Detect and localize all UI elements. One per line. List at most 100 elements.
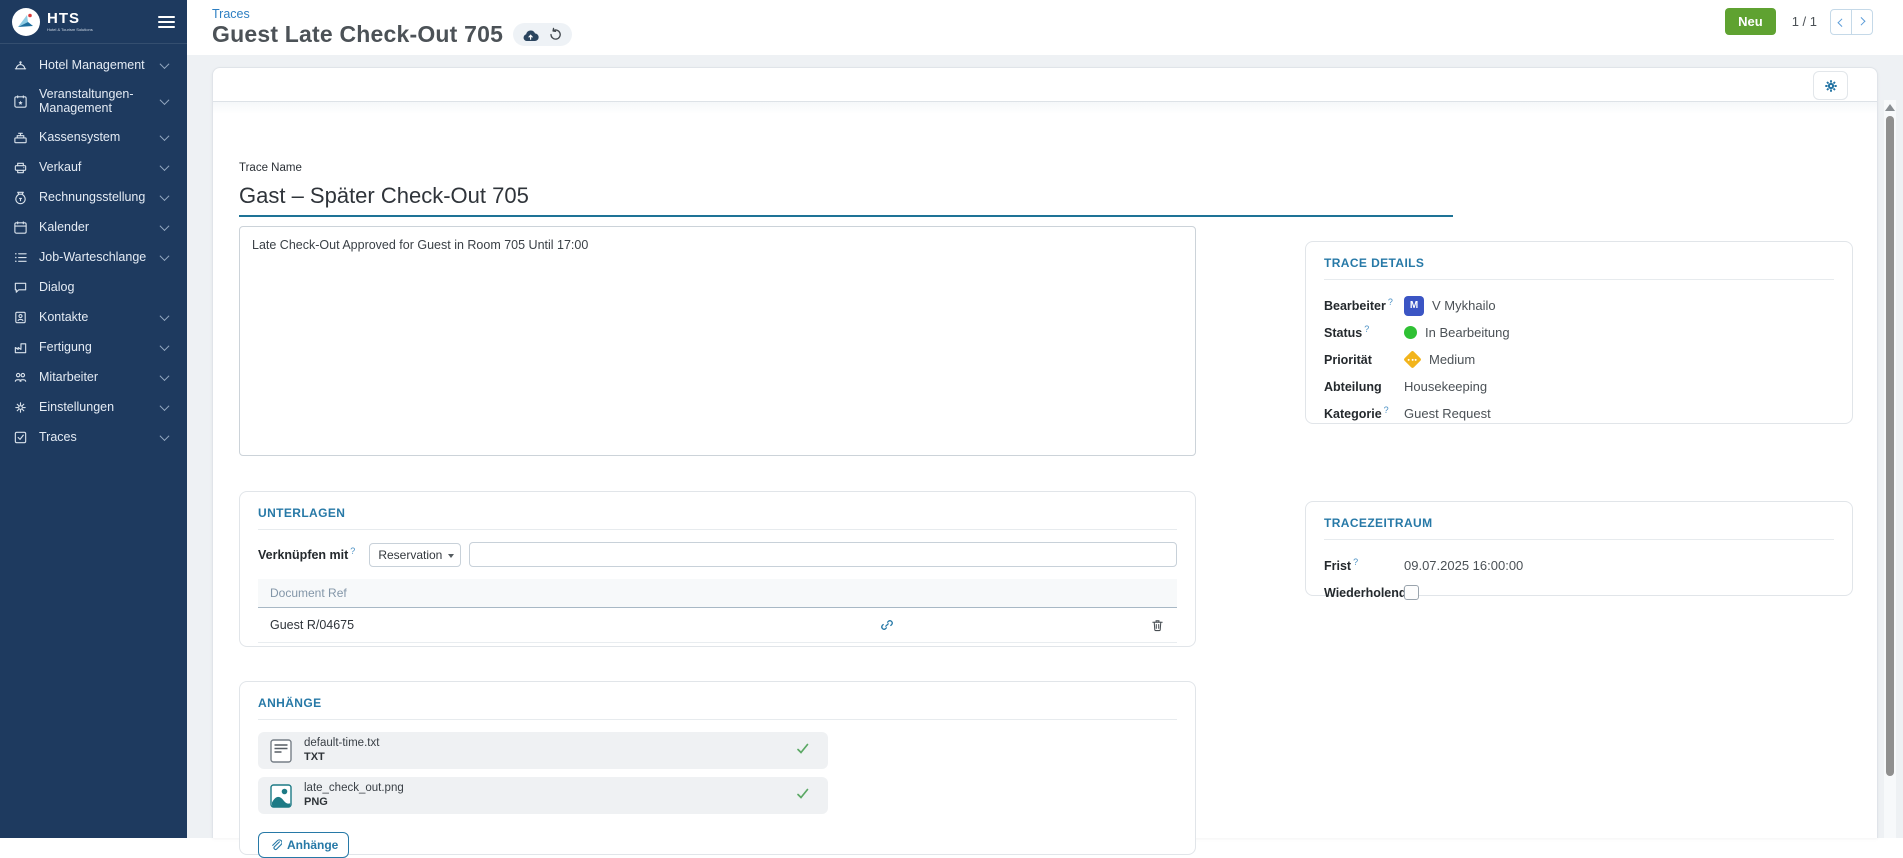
page-title: Guest Late Check-Out 705 bbox=[212, 21, 503, 48]
bearbeiter-value[interactable]: M V Mykhailo bbox=[1404, 296, 1496, 316]
trace-name-label: Trace Name bbox=[239, 162, 302, 174]
sidebar-item-rechnungsstellung[interactable]: Rechnungsstellung bbox=[0, 182, 187, 212]
attachment-filename: late_check_out.png bbox=[304, 781, 404, 795]
settings-icon bbox=[13, 399, 29, 415]
attachment-item[interactable]: default-time.txt TXT bbox=[258, 732, 828, 769]
help-icon[interactable]: ? bbox=[1384, 405, 1389, 415]
content-background: Trace Name Late Check-Out Approved for G… bbox=[187, 55, 1903, 838]
cloud-upload-icon[interactable] bbox=[522, 28, 539, 42]
abteilung-value[interactable]: Housekeeping bbox=[1404, 379, 1487, 394]
kategorie-row: Kategorie? Guest Request bbox=[1324, 400, 1834, 427]
hts-logo-icon[interactable] bbox=[12, 8, 40, 36]
frist-row: Frist? 09.07.2025 16:00:00 bbox=[1324, 552, 1834, 579]
job-queue-icon bbox=[13, 249, 29, 265]
pager-next-button[interactable] bbox=[1851, 9, 1873, 35]
sidebar-item-job-warteschlange[interactable]: Job-Warteschlange bbox=[0, 242, 187, 272]
sidebar-item-kalender[interactable]: Kalender bbox=[0, 212, 187, 242]
chevron-down-icon bbox=[160, 95, 170, 105]
chat-icon bbox=[13, 279, 29, 295]
sidebar-item-verkauf[interactable]: Verkauf bbox=[0, 152, 187, 182]
tracezeitraum-panel: TRACEZEITRAUM Frist? 09.07.2025 16:00:00… bbox=[1305, 501, 1853, 596]
prioritaet-row: Priorität Medium bbox=[1324, 346, 1834, 373]
menu-toggle-icon[interactable] bbox=[158, 13, 175, 31]
event-calendar-icon bbox=[13, 93, 29, 109]
chevron-down-icon bbox=[160, 431, 170, 441]
vertical-scrollbar[interactable] bbox=[1884, 100, 1896, 838]
description-textarea[interactable]: Late Check-Out Approved for Guest in Roo… bbox=[239, 226, 1196, 456]
frist-value[interactable]: 09.07.2025 16:00:00 bbox=[1404, 558, 1523, 573]
new-button[interactable]: Neu bbox=[1725, 8, 1776, 35]
attachment-filetype: TXT bbox=[304, 751, 379, 765]
sidebar-item-kontakte[interactable]: Kontakte bbox=[0, 302, 187, 332]
sales-icon bbox=[13, 159, 29, 175]
bearbeiter-row: Bearbeiter? M V Mykhailo bbox=[1324, 292, 1834, 319]
priority-diamond-icon bbox=[1403, 350, 1421, 368]
verknuepfen-mit-label: Verknüpfen mit? bbox=[258, 546, 355, 562]
billing-icon bbox=[13, 189, 29, 205]
attachment-filename: default-time.txt bbox=[304, 736, 379, 750]
wiederholend-checkbox[interactable] bbox=[1404, 585, 1419, 600]
gear-icon[interactable] bbox=[1813, 71, 1848, 100]
chevron-down-icon bbox=[160, 251, 170, 261]
pager-previous-button[interactable] bbox=[1830, 9, 1852, 35]
attachment-item[interactable]: late_check_out.png PNG bbox=[258, 777, 828, 814]
chevron-down-icon bbox=[160, 191, 170, 201]
undo-icon[interactable] bbox=[548, 27, 563, 42]
sidebar-item-einstellungen[interactable]: Einstellungen bbox=[0, 392, 187, 422]
help-icon[interactable]: ? bbox=[1353, 557, 1358, 567]
table-row[interactable]: Guest R/04675 bbox=[258, 608, 1177, 643]
record-status-icons bbox=[513, 23, 572, 46]
help-icon[interactable]: ? bbox=[350, 546, 355, 556]
chevron-down-icon bbox=[160, 371, 170, 381]
link-search-input[interactable] bbox=[469, 542, 1177, 567]
scrollbar-thumb[interactable] bbox=[1886, 116, 1894, 776]
chevron-down-icon bbox=[160, 311, 170, 321]
employees-icon bbox=[13, 369, 29, 385]
pager-counter: 1 / 1 bbox=[1792, 14, 1817, 29]
unterlagen-panel: UNTERLAGEN Verknüpfen mit? Reservation D… bbox=[239, 491, 1196, 647]
sidebar-item-traces[interactable]: Traces bbox=[0, 422, 187, 452]
prioritaet-value[interactable]: Medium bbox=[1404, 352, 1475, 367]
anhaenge-heading: ANHÄNGE bbox=[258, 696, 1177, 720]
open-link-icon[interactable] bbox=[879, 617, 895, 633]
trace-name-input[interactable] bbox=[239, 179, 1453, 217]
document-ref-column-header[interactable]: Document Ref bbox=[258, 579, 1177, 608]
link-type-dropdown[interactable]: Reservation bbox=[369, 543, 461, 567]
document-ref-cell: Guest R/04675 bbox=[270, 618, 879, 632]
trace-details-heading: TRACE DETAILS bbox=[1324, 256, 1834, 280]
manufacturing-icon bbox=[13, 339, 29, 355]
chevron-down-icon bbox=[160, 59, 170, 69]
logo-text: HTS Hotel & Tourism Solutions bbox=[47, 11, 93, 32]
sidebar-header: HTS Hotel & Tourism Solutions bbox=[0, 0, 187, 44]
sidebar-item-veranstaltungen[interactable]: Veranstaltungen-Management bbox=[0, 80, 187, 122]
sidebar-item-kassensystem[interactable]: Kassensystem bbox=[0, 122, 187, 152]
attachment-filetype: PNG bbox=[304, 796, 404, 810]
page-header: Traces Guest Late Check-Out 705 bbox=[187, 0, 1903, 55]
chevron-down-icon bbox=[160, 221, 170, 231]
cash-register-icon bbox=[13, 129, 29, 145]
form-toolbar bbox=[213, 68, 1877, 102]
sidebar-item-mitarbeiter[interactable]: Mitarbeiter bbox=[0, 362, 187, 392]
chevron-down-icon bbox=[160, 131, 170, 141]
calendar-icon bbox=[13, 219, 29, 235]
main-area: Traces Guest Late Check-Out 705 bbox=[187, 0, 1903, 838]
hotel-bell-icon bbox=[13, 57, 29, 73]
trash-icon[interactable] bbox=[1150, 618, 1165, 633]
scroll-up-arrow-icon[interactable] bbox=[1885, 104, 1895, 111]
text-file-icon bbox=[268, 738, 294, 764]
sidebar-nav: Hotel Management Veranstaltungen-Managem… bbox=[0, 44, 187, 452]
wiederholend-label: Wiederholend bbox=[1324, 586, 1404, 600]
sidebar-item-hotel-management[interactable]: Hotel Management bbox=[0, 50, 187, 80]
documents-table: Document Ref Guest R/04675 bbox=[258, 579, 1177, 643]
sidebar-item-fertigung[interactable]: Fertigung bbox=[0, 332, 187, 362]
help-icon[interactable]: ? bbox=[1388, 297, 1393, 307]
sidebar-item-dialog[interactable]: Dialog bbox=[0, 272, 187, 302]
trace-details-panel: TRACE DETAILS Bearbeiter? M V Mykhailo S… bbox=[1305, 241, 1853, 424]
kategorie-value[interactable]: Guest Request bbox=[1404, 406, 1491, 421]
help-icon[interactable]: ? bbox=[1364, 324, 1369, 334]
add-attachment-button[interactable]: Anhänge bbox=[258, 832, 349, 858]
breadcrumb[interactable]: Traces bbox=[212, 7, 250, 21]
status-value[interactable]: In Bearbeitung bbox=[1404, 325, 1510, 340]
form-sheet: Trace Name Late Check-Out Approved for G… bbox=[212, 67, 1878, 838]
paperclip-icon bbox=[269, 838, 282, 852]
